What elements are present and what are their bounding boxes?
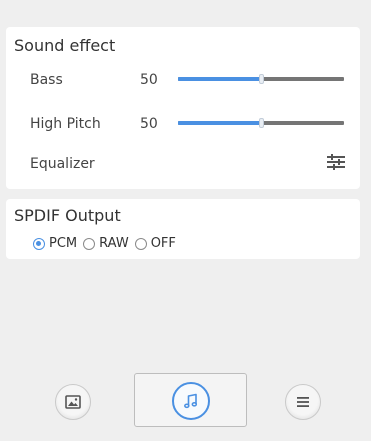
radio-option-raw[interactable]: RAW: [83, 236, 129, 251]
picture-icon: [65, 395, 81, 409]
bass-slider-fill: [178, 77, 261, 81]
radio-off-label: OFF: [150, 236, 176, 251]
radio-option-pcm[interactable]: PCM: [33, 236, 77, 251]
high-pitch-slider-fill: [178, 121, 261, 125]
spdif-output-panel: SPDIF Output PCM RAW OFF: [6, 199, 360, 259]
bass-label: Bass: [30, 72, 63, 88]
spdif-output-title: SPDIF Output: [14, 206, 121, 225]
radio-pcm-label: PCM: [49, 236, 78, 251]
high-pitch-slider[interactable]: [178, 117, 344, 129]
radio-option-off[interactable]: OFF: [134, 236, 176, 251]
sound-effect-panel: Sound effect Bass 50 High Pitch 50 Equal…: [6, 27, 360, 189]
equalizer-label: Equalizer: [30, 156, 95, 172]
music-button[interactable]: [172, 382, 210, 420]
radio-off-circle[interactable]: [134, 237, 147, 250]
bass-slider-thumb[interactable]: [259, 74, 264, 84]
bass-value: 50: [140, 72, 158, 88]
radio-pcm-circle[interactable]: [33, 237, 45, 250]
sound-effect-title: Sound effect: [14, 36, 116, 55]
menu-icon: [297, 397, 309, 407]
high-pitch-value: 50: [140, 116, 158, 132]
sliders-icon[interactable]: [327, 154, 345, 170]
spdif-radio-group: PCM RAW OFF: [33, 236, 182, 251]
bass-slider[interactable]: [178, 73, 344, 85]
radio-raw-label: RAW: [99, 236, 129, 251]
music-note-icon: [184, 393, 198, 409]
picture-button[interactable]: [55, 384, 91, 420]
radio-raw-circle[interactable]: [83, 237, 96, 250]
high-pitch-slider-thumb[interactable]: [259, 118, 264, 128]
menu-button[interactable]: [285, 384, 321, 420]
high-pitch-label: High Pitch: [30, 116, 101, 132]
